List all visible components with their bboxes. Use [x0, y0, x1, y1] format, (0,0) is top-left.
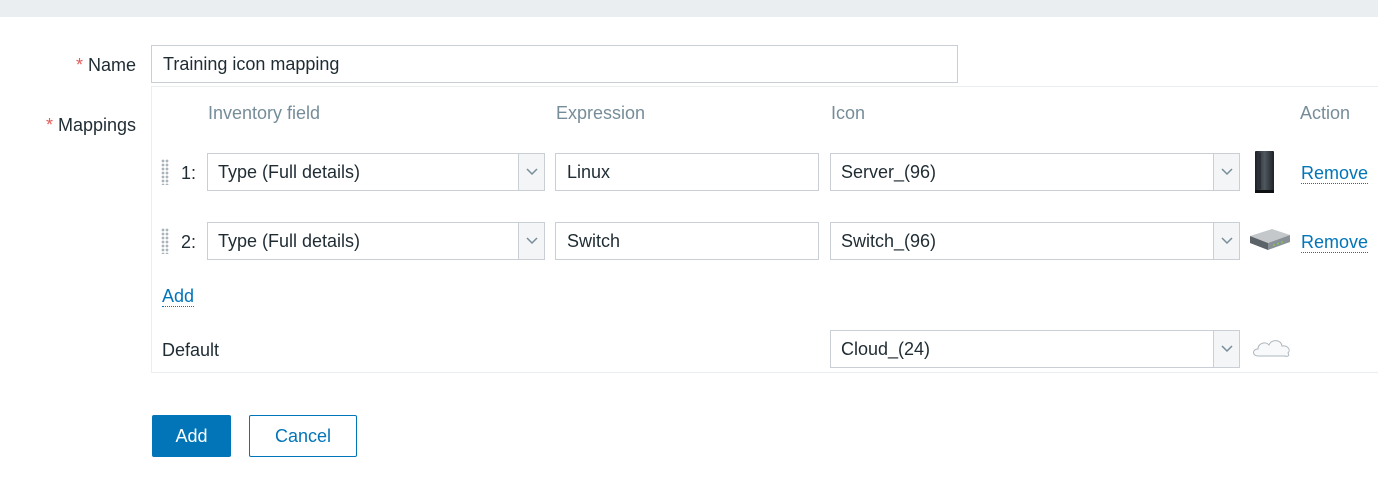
mappings-label: * Mappings: [20, 115, 136, 136]
select-value: Switch_(96): [841, 231, 937, 251]
inventory-field-select[interactable]: Type (Full details): [207, 222, 545, 260]
select-value: Type (Full details): [218, 162, 361, 182]
name-label: * Name: [60, 55, 136, 76]
name-label-text: Name: [87, 55, 136, 75]
remove-row-1-link[interactable]: Remove: [1301, 163, 1369, 184]
cancel-button[interactable]: Cancel: [249, 415, 357, 457]
drag-handle-icon[interactable]: [161, 159, 169, 185]
chevron-down-icon: [518, 223, 544, 259]
inventory-field-select[interactable]: Type (Full details): [207, 153, 545, 191]
add-mapping-link[interactable]: Add: [162, 286, 195, 307]
required-mark: *: [75, 55, 83, 75]
switch-icon: [1248, 226, 1292, 259]
chevron-down-icon: [1213, 223, 1239, 259]
expression-input[interactable]: Switch: [555, 222, 819, 260]
row-number: 1:: [181, 163, 197, 183]
header-inventory-field: Inventory field: [208, 103, 321, 123]
expression-input[interactable]: Linux: [555, 153, 819, 191]
header-expression: Expression: [556, 103, 646, 123]
mappings-label-text: Mappings: [57, 115, 136, 135]
chevron-down-icon: [1213, 154, 1239, 190]
select-value: Type (Full details): [218, 231, 361, 251]
header-icon: Icon: [831, 103, 866, 123]
server-icon: [1252, 150, 1278, 199]
header-action: Action: [1300, 103, 1351, 123]
cloud-icon: [1250, 336, 1294, 365]
row-number: 2:: [181, 232, 197, 252]
select-value: Cloud_(24): [841, 339, 931, 359]
icon-select[interactable]: Switch_(96): [830, 222, 1240, 260]
default-icon-select[interactable]: Cloud_(24): [830, 330, 1240, 368]
icon-select[interactable]: Server_(96): [830, 153, 1240, 191]
chevron-down-icon: [518, 154, 544, 190]
drag-handle-icon[interactable]: [161, 228, 169, 254]
select-value: Server_(96): [841, 162, 937, 182]
remove-row-2-link[interactable]: Remove: [1301, 232, 1369, 253]
required-mark: *: [45, 115, 53, 135]
default-label: Default: [162, 340, 220, 360]
name-input[interactable]: Training icon mapping: [151, 45, 958, 83]
chevron-down-icon: [1213, 331, 1239, 367]
add-button[interactable]: Add: [152, 415, 231, 457]
